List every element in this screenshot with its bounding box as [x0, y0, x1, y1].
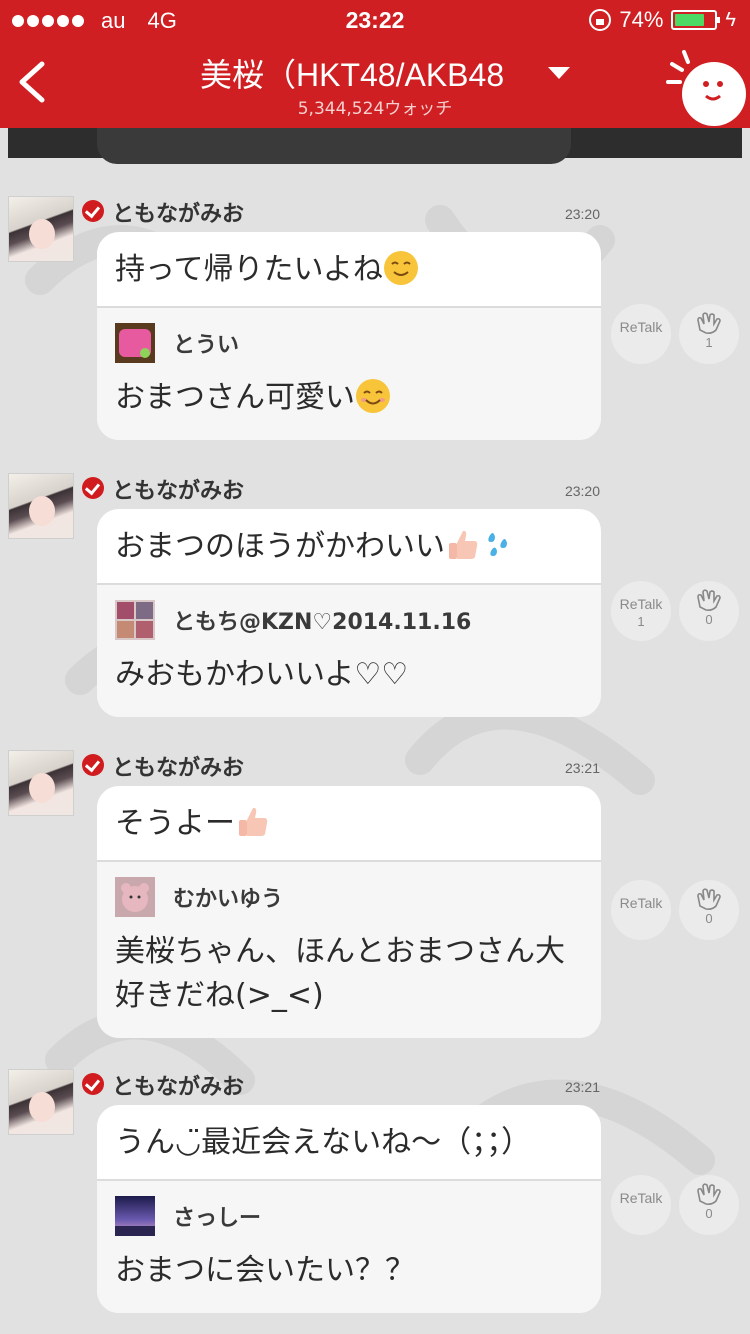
battery-percent: 74%	[619, 7, 664, 32]
clap-count: 1	[705, 335, 713, 350]
clap-count: 0	[705, 612, 713, 627]
channel-title: 美桜（HKT48/AKB48	[200, 57, 505, 93]
fan-avatar	[115, 323, 155, 363]
author-name: ともながみお	[112, 1075, 245, 1100]
previous-post-bubble	[97, 128, 571, 164]
author-avatar[interactable]	[8, 1069, 74, 1135]
verified-check-icon	[82, 200, 104, 222]
message-bubble: うん◡̈最近会えないね〜（；；） さっしー おまつに会いたい？？	[97, 1105, 601, 1313]
clap-count: 0	[705, 1206, 713, 1221]
battery-icon	[671, 10, 721, 30]
thumbs-up-emoji-icon	[449, 530, 478, 559]
fan-avatar	[115, 877, 155, 917]
nav-bar: 美桜（HKT48/AKB48 5,344,524ウォッチ	[0, 40, 750, 128]
fan-message-text: 美桜ちゃん、ほんとおまつさん大好きだね(>_<)	[115, 934, 565, 1013]
retalk-label: ReTalk	[619, 596, 663, 612]
quoted-fan-message[interactable]: さっしー おまつに会いたい？？	[97, 1181, 601, 1313]
status-right: 74% ϟ	[589, 7, 736, 33]
sweat-droplets-emoji-icon	[488, 532, 507, 556]
retalk-label: ReTalk	[619, 1190, 663, 1206]
clap-count: 0	[705, 911, 713, 926]
post-time: 23:21	[564, 1079, 600, 1095]
quoted-fan-message[interactable]: とうい おまつさん可愛い	[97, 308, 601, 440]
fan-message-line: おまつさん可愛い	[115, 376, 583, 420]
channel-title-dropdown[interactable]: 美桜（HKT48/AKB48	[200, 50, 580, 96]
retalk-button[interactable]: ReTalk	[611, 1175, 671, 1235]
clapping-hands-icon	[697, 888, 721, 910]
retalk-count: 1	[637, 614, 645, 629]
clap-button[interactable]: 0	[679, 1175, 739, 1235]
retalk-button[interactable]: ReTalk	[611, 304, 671, 364]
thumbs-up-emoji-icon	[239, 807, 268, 836]
message-bubble: おまつのほうがかわいい ともち@KZN♡2014.11.16 みおもかわいいよ♡…	[97, 509, 601, 717]
author-avatar[interactable]	[8, 473, 74, 539]
fan-name: とうい	[173, 333, 240, 358]
clap-button[interactable]: 0	[679, 880, 739, 940]
message-line: おまつのほうがかわいい	[97, 509, 601, 585]
message-text: 持って帰りたいよね	[115, 252, 383, 287]
message-text: そうよー	[115, 806, 235, 841]
author-name: ともながみお	[112, 756, 245, 781]
clapping-hands-icon	[697, 1183, 721, 1205]
fan-avatar	[115, 1196, 155, 1236]
fan-name: むかいゆう	[173, 887, 284, 912]
quoted-fan-message[interactable]: ともち@KZN♡2014.11.16 みおもかわいいよ♡♡	[97, 585, 601, 717]
retalk-button[interactable]: ReTalk	[611, 880, 671, 940]
smiling-face-emoji-icon	[383, 250, 418, 285]
quoted-fan-message[interactable]: むかいゆう 美桜ちゃん、ほんとおまつさん大好きだね(>_<)	[97, 862, 601, 1038]
caret-down-icon	[548, 67, 570, 79]
retalk-label: ReTalk	[619, 319, 663, 335]
author-name: ともながみお	[112, 202, 245, 227]
retalk-button[interactable]: ReTalk 1	[611, 581, 671, 641]
message-line: そうよー	[97, 786, 601, 862]
fan-name: さっしー	[173, 1206, 262, 1231]
clapping-hands-icon	[697, 589, 721, 611]
clap-button[interactable]: 1	[679, 304, 739, 364]
fan-avatar	[115, 600, 155, 640]
rotation-lock-icon	[589, 9, 612, 31]
smiling-face-emoji-icon	[356, 378, 390, 413]
verified-check-icon	[82, 754, 104, 776]
battery-fill	[675, 14, 704, 26]
mascot-ghost-icon[interactable]	[664, 44, 746, 126]
fan-name: ともち@KZN♡2014.11.16	[173, 610, 472, 635]
retalk-label: ReTalk	[619, 895, 663, 911]
verified-check-icon	[82, 1073, 104, 1095]
message-text: うん◡̈最近会えないね〜（；；）	[97, 1105, 601, 1181]
author-name: ともながみお	[112, 479, 245, 504]
verified-check-icon	[82, 477, 104, 499]
message-line: 持って帰りたいよね	[97, 232, 601, 308]
charging-bolt-icon: ϟ	[725, 8, 736, 31]
clapping-hands-icon	[697, 312, 721, 334]
watch-count: 5,344,524ウォッチ	[297, 99, 453, 119]
fan-message-text: おまつに会いたい？？	[115, 1253, 415, 1288]
post-time: 23:20	[564, 483, 600, 499]
post-time: 23:21	[564, 760, 600, 776]
fan-message-text: おまつさん可愛い	[115, 380, 355, 415]
author-avatar[interactable]	[8, 750, 74, 816]
fan-message-text: みおもかわいいよ♡♡	[115, 657, 409, 692]
message-text: おまつのほうがかわいい	[115, 529, 445, 564]
post-time: 23:20	[564, 206, 600, 222]
status-bar: au 4G 23:22 74% ϟ	[0, 0, 750, 40]
clap-button[interactable]: 0	[679, 581, 739, 641]
author-avatar[interactable]	[8, 196, 74, 262]
message-bubble: 持って帰りたいよね とうい おまつさん可愛い	[97, 232, 601, 440]
message-bubble: そうよー むかいゆう 美桜ちゃん、ほんとおまつさん大好きだね(>_<)	[97, 786, 601, 1038]
